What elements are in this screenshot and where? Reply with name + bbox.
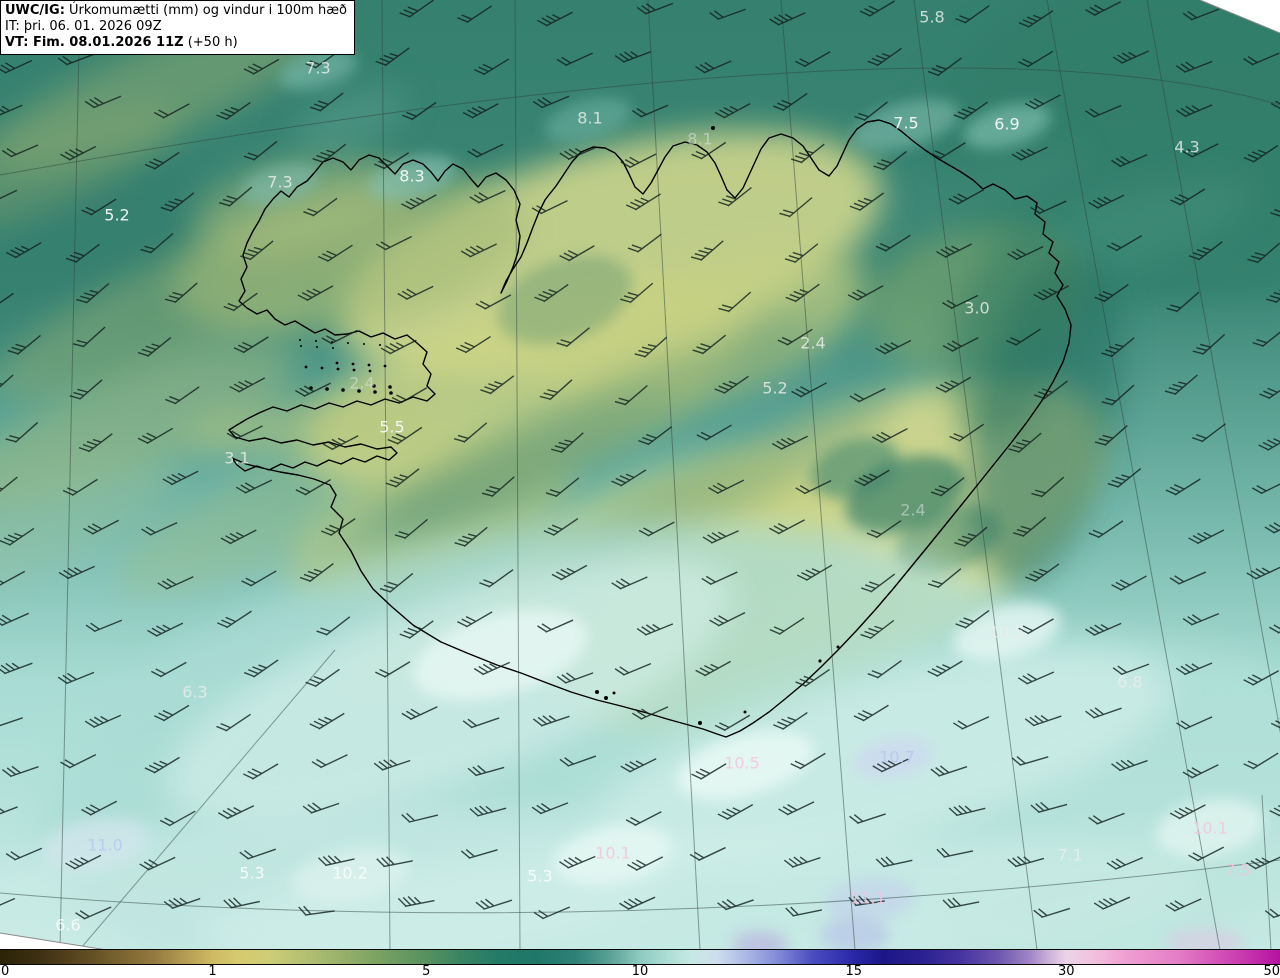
islet-dot bbox=[351, 362, 355, 366]
islet-dot bbox=[357, 389, 361, 393]
valid-time-line: VT: Fim. 08.01.2026 11Z (+50 h) bbox=[5, 35, 238, 50]
islet-dot bbox=[368, 369, 372, 373]
colorbar-tick: 1 bbox=[208, 964, 217, 978]
islet-dot bbox=[367, 363, 371, 367]
colorbar-tick: 30 bbox=[1057, 964, 1075, 978]
islet-dot bbox=[304, 365, 308, 369]
colorbar-tick: 0 bbox=[1, 964, 10, 978]
islet-dot bbox=[363, 343, 365, 345]
islet-dot bbox=[325, 387, 329, 391]
islet-dot bbox=[372, 384, 376, 388]
colorbar-tick-labels: 0 1 5 10 15 30 50 bbox=[0, 964, 1280, 978]
islet-dot bbox=[379, 344, 381, 346]
islet-dot bbox=[743, 710, 747, 714]
weather-map-page: 5.8 7.3 8.1 8.1 7.5 6.9 4.3 7.3 8.3 5.2 3.0 2.4 2.4 5… bbox=[0, 0, 1280, 978]
islet-dot bbox=[818, 659, 822, 663]
model-label: UWC/IG: bbox=[5, 3, 65, 18]
islet-dot bbox=[332, 347, 334, 349]
colorbar-tick: 10 bbox=[631, 964, 649, 978]
islet-dot bbox=[335, 361, 339, 365]
islet-dot bbox=[595, 690, 599, 694]
islet-dot bbox=[698, 721, 702, 725]
colorbar-tick: 5 bbox=[422, 964, 431, 978]
islet-dot bbox=[320, 366, 324, 370]
islet-dot bbox=[612, 691, 616, 695]
colorbar-tick: 50 bbox=[1263, 964, 1280, 978]
islet-dot bbox=[604, 696, 608, 700]
precip-colorbar bbox=[0, 949, 1280, 965]
islet-dot bbox=[836, 645, 840, 649]
map-canvas bbox=[0, 0, 1280, 950]
islet-dot bbox=[388, 385, 392, 389]
islet-dot bbox=[347, 342, 349, 344]
title-box: UWC/IG: Úrkomumætti (mm) og vindur i 100… bbox=[0, 0, 355, 55]
title-line: UWC/IG: Úrkomumætti (mm) og vindur i 100… bbox=[5, 3, 347, 18]
islet-dot bbox=[352, 368, 356, 372]
islet-dot bbox=[300, 345, 302, 347]
islet-dot bbox=[711, 126, 715, 130]
islet-dot bbox=[383, 364, 387, 368]
islet-dot bbox=[373, 390, 377, 394]
islet-dot bbox=[341, 388, 345, 392]
islet-dot bbox=[336, 367, 340, 371]
islet-dot bbox=[389, 391, 393, 395]
islet-dot bbox=[299, 339, 301, 341]
islet-dot bbox=[316, 346, 318, 348]
islet-dot bbox=[315, 340, 317, 342]
colorbar-tick: 15 bbox=[845, 964, 863, 978]
init-time-line: IT: þri. 06. 01. 2026 09Z bbox=[5, 19, 162, 34]
